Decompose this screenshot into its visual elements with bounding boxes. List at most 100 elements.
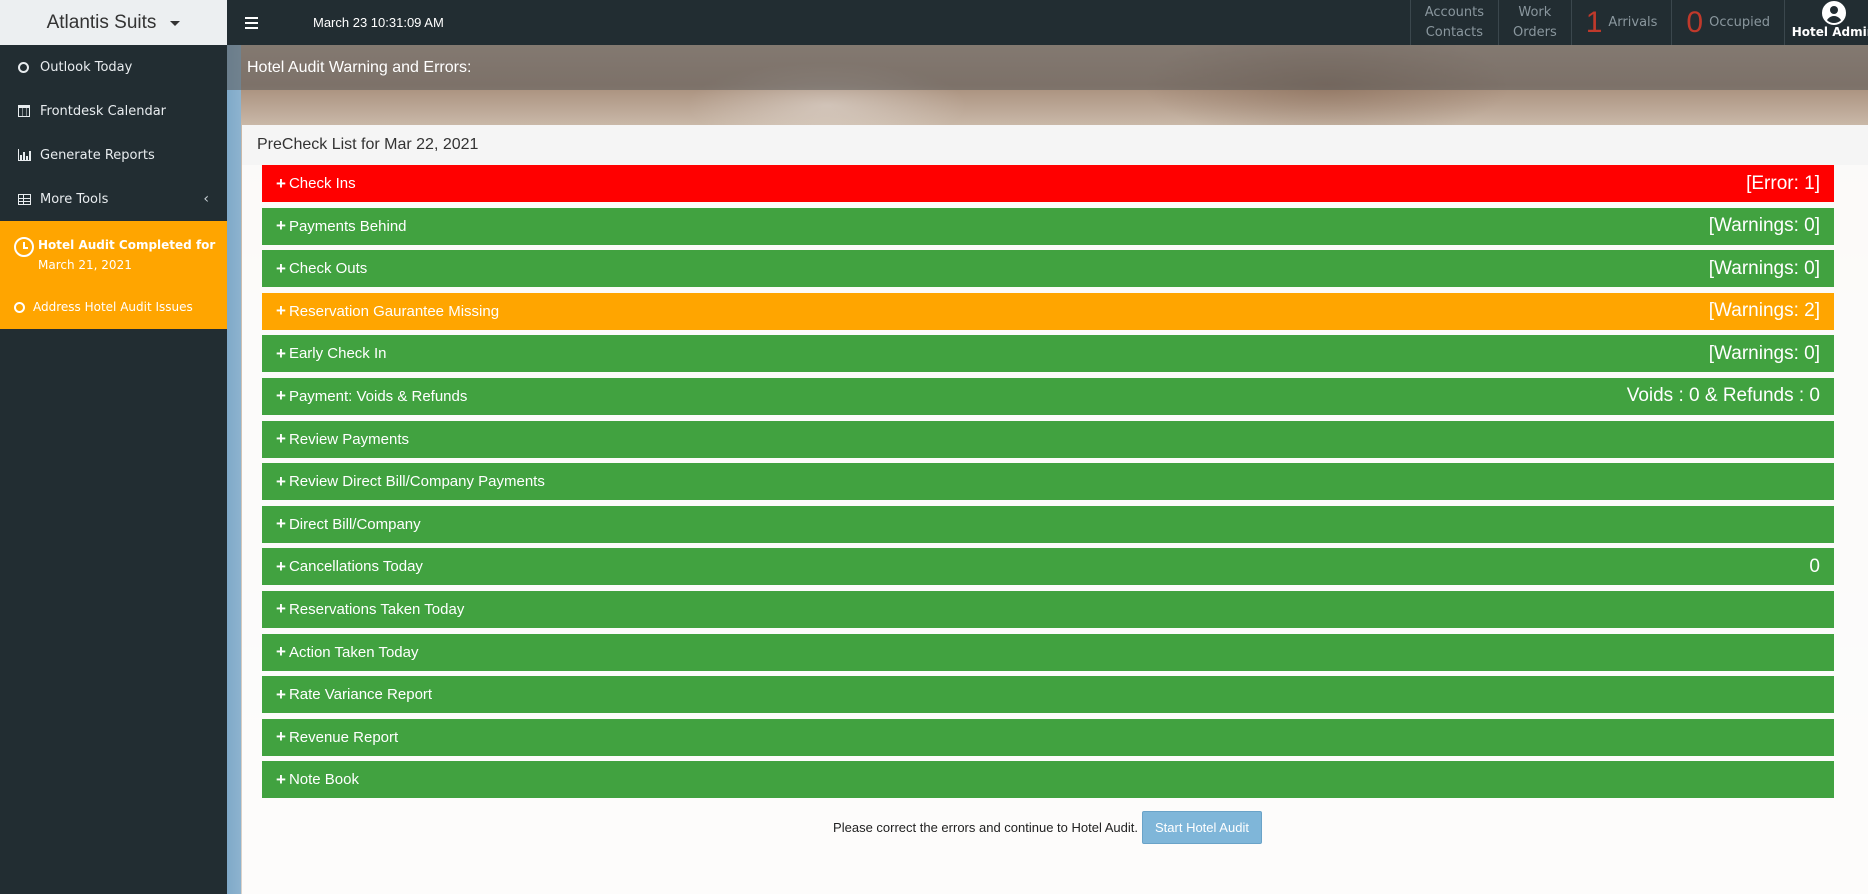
audit-status-box: Hotel Audit Completed for March 21, 2021… <box>0 221 227 329</box>
address-audit-issues-label: Address Hotel Audit Issues <box>33 300 193 314</box>
precheck-row-label: Reservations Taken Today <box>288 600 465 618</box>
precheck-row[interactable]: + Reservation Gaurantee Missing [Warnings… <box>262 292 1834 330</box>
precheck-row-status: [Error: 1] <box>1746 172 1820 194</box>
work-label: Work <box>1518 4 1552 20</box>
table-icon <box>18 193 38 205</box>
sidebar-item-more-tools[interactable]: More Tools ‹ <box>0 177 227 221</box>
user-name: Hotel Admin <box>1791 25 1868 39</box>
plus-icon: + <box>276 301 286 321</box>
sidebar-item-label: Outlook Today <box>40 59 133 75</box>
precheck-row-label: Payment: Voids & Refunds <box>288 387 468 405</box>
work-orders-link[interactable]: Work Orders <box>1498 0 1571 45</box>
plus-icon: + <box>276 642 286 662</box>
start-hotel-audit-button[interactable]: Start Hotel Audit <box>1142 811 1262 844</box>
precheck-row-label: Rate Variance Report <box>288 686 433 704</box>
precheck-row[interactable]: + Note Book <box>262 761 1834 799</box>
precheck-row[interactable]: + Direct Bill/Company <box>262 505 1834 543</box>
precheck-row[interactable]: + Check Outs [Warnings: 0] <box>262 250 1834 288</box>
plus-icon: + <box>276 684 286 704</box>
plus-icon: + <box>276 599 286 619</box>
precheck-row[interactable]: + Reservations Taken Today <box>262 590 1834 628</box>
precheck-row-label: Revenue Report <box>288 728 399 746</box>
audit-status-title: Hotel Audit Completed for <box>38 238 216 252</box>
precheck-row-label: Reservation Gaurantee Missing <box>288 302 500 320</box>
brand-title: Atlantis Suits <box>46 11 157 33</box>
bar-chart-icon <box>18 149 38 161</box>
precheck-row[interactable]: + Payment: Voids & Refunds Voids : 0 & Ref… <box>262 377 1834 415</box>
precheck-row-status: [Warnings: 0] <box>1708 215 1820 237</box>
accounts-label: Accounts <box>1424 4 1484 20</box>
orders-label: Orders <box>1513 24 1557 40</box>
precheck-row-label: Action Taken Today <box>288 643 419 661</box>
plus-icon: + <box>276 727 286 747</box>
precheck-row-label: Payments Behind <box>288 217 407 235</box>
panel-title: PreCheck List for Mar 22, 2021 <box>242 125 1868 165</box>
precheck-row[interactable]: + Review Payments <box>262 420 1834 458</box>
audit-footer: Please correct the errors and continue t… <box>227 811 1868 844</box>
caret-down-icon <box>170 21 181 26</box>
precheck-row[interactable]: + Revenue Report <box>262 718 1834 756</box>
page-title: Hotel Audit Warning and Errors: <box>227 45 1868 90</box>
sidebar-item-label: Generate Reports <box>40 147 155 163</box>
menu-toggle-icon[interactable] <box>227 0 275 45</box>
precheck-row-status: Voids : 0 & Refunds : 0 <box>1626 385 1820 407</box>
precheck-row[interactable]: + Review Direct Bill/Company Payments <box>262 463 1834 501</box>
precheck-row-status: 0 <box>1809 555 1820 577</box>
plus-icon: + <box>276 173 286 193</box>
main-content: Hotel Audit Warning and Errors: PreCheck… <box>227 45 1868 894</box>
plus-icon: + <box>276 216 286 236</box>
plus-icon: + <box>276 514 286 534</box>
plus-icon: + <box>276 556 286 576</box>
audit-status: Hotel Audit Completed for March 21, 2021 <box>0 221 227 285</box>
plus-icon: + <box>276 471 286 491</box>
sidebar: Atlantis Suits Outlook Today Frontdesk C… <box>0 0 227 894</box>
top-navbar: March 23 10:31:09 AM Accounts Contacts W… <box>227 0 1868 45</box>
circle-icon <box>14 301 25 313</box>
chevron-left-icon: ‹ <box>203 191 209 207</box>
precheck-row[interactable]: + Check Ins [Error: 1] <box>262 165 1834 202</box>
precheck-row-status: [Warnings: 0] <box>1708 342 1820 364</box>
precheck-row-label: Direct Bill/Company <box>288 515 421 533</box>
precheck-row[interactable]: + Payments Behind [Warnings: 0] <box>262 207 1834 245</box>
sidebar-item-outlook-today[interactable]: Outlook Today <box>0 45 227 89</box>
occupied-label: Occupied <box>1709 15 1770 30</box>
precheck-row-label: Note Book <box>288 771 359 789</box>
user-avatar-icon <box>1821 1 1846 25</box>
footer-message: Please correct the errors and continue t… <box>833 820 1138 835</box>
occupied-link[interactable]: 0 Occupied <box>1671 0 1784 45</box>
plus-icon: + <box>276 429 286 449</box>
plus-icon: + <box>276 386 286 406</box>
precheck-row[interactable]: + Action Taken Today <box>262 633 1834 671</box>
arrivals-link[interactable]: 1 Arrivals <box>1570 0 1672 45</box>
precheck-row-status: [Warnings: 2] <box>1708 300 1820 322</box>
user-menu[interactable]: Hotel Admin <box>1784 0 1868 45</box>
contacts-label: Contacts <box>1425 24 1484 40</box>
arrivals-label: Arrivals <box>1608 15 1658 30</box>
plus-icon: + <box>276 343 286 363</box>
sidebar-item-frontdesk-calendar[interactable]: Frontdesk Calendar <box>0 89 227 133</box>
precheck-row[interactable]: + Cancellations Today 0 <box>262 548 1834 586</box>
audit-status-date: March 21, 2021 <box>38 258 132 272</box>
precheck-row[interactable]: + Early Check In [Warnings: 0] <box>262 335 1834 373</box>
sidebar-item-generate-reports[interactable]: Generate Reports <box>0 133 227 177</box>
clock-icon <box>14 237 34 257</box>
brand-dropdown[interactable]: Atlantis Suits <box>0 0 227 45</box>
circle-icon <box>18 61 38 73</box>
sidebar-item-label: Frontdesk Calendar <box>40 103 167 119</box>
precheck-row-status: [Warnings: 0] <box>1708 257 1820 279</box>
precheck-list: + Check Ins [Error: 1] + Payments Behind [W… <box>262 165 1834 804</box>
precheck-row-label: Cancellations Today <box>288 558 423 576</box>
top-right-menu: Accounts Contacts Work Orders 1 Arrivals… <box>1409 0 1868 45</box>
accounts-contacts-link[interactable]: Accounts Contacts <box>1409 0 1498 45</box>
address-audit-issues-link[interactable]: Address Hotel Audit Issues <box>0 285 227 329</box>
precheck-row-label: Review Direct Bill/Company Payments <box>288 473 545 491</box>
sidebar-item-label: More Tools <box>40 191 109 207</box>
precheck-row-label: Review Payments <box>288 430 409 448</box>
precheck-row-label: Check Ins <box>288 175 356 192</box>
current-datetime: March 23 10:31:09 AM <box>313 15 444 30</box>
precheck-row[interactable]: + Rate Variance Report <box>262 676 1834 714</box>
precheck-row-label: Early Check In <box>288 345 387 363</box>
occupied-count: 0 <box>1686 5 1704 39</box>
plus-icon: + <box>276 258 286 278</box>
plus-icon: + <box>276 769 286 789</box>
